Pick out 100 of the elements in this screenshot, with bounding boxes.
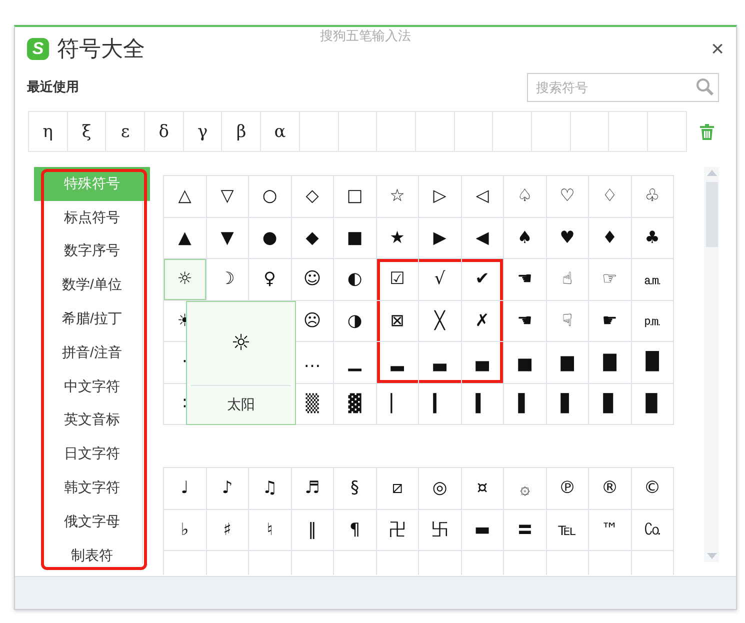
- symbol-cell[interactable]: ▍: [462, 384, 504, 425]
- symbol-cell[interactable]: 〓: [504, 510, 546, 551]
- symbol-cell[interactable]: ♬: [292, 468, 334, 510]
- symbol-cell[interactable]: ◑: [334, 300, 376, 342]
- symbol-cell[interactable]: ▌: [504, 384, 546, 425]
- symbol-cell[interactable]: ◎: [419, 468, 462, 510]
- symbol-cell[interactable]: ⊠: [376, 300, 419, 342]
- symbol-cell[interactable]: ✔: [462, 259, 504, 300]
- symbol-cell[interactable]: ▁: [334, 342, 376, 384]
- category-tab[interactable]: 标点符号: [34, 200, 150, 235]
- symbol-cell[interactable]: ▊: [589, 384, 632, 425]
- symbol-cell[interactable]: ▄: [462, 342, 504, 384]
- symbol-cell[interactable]: ◀: [462, 218, 504, 259]
- symbol-cell[interactable]: ✗: [462, 300, 504, 342]
- symbol-cell[interactable]: ♠: [504, 218, 546, 259]
- symbol-cell[interactable]: ☚: [504, 259, 546, 300]
- symbol-cell[interactable]: ℡: [546, 510, 589, 551]
- symbol-cell[interactable]: ▓: [334, 384, 376, 425]
- symbol-cell[interactable]: ▃: [419, 342, 462, 384]
- search-icon[interactable]: [696, 78, 714, 96]
- symbol-cell[interactable]: ☞: [589, 259, 632, 300]
- category-tab[interactable]: 俄文字母: [34, 504, 150, 539]
- category-tab[interactable]: 韩文字符: [34, 471, 150, 505]
- symbol-cell[interactable]: ㏇: [632, 510, 674, 551]
- symbol-cell[interactable]: △: [164, 176, 206, 218]
- symbol-cell[interactable]: ▏: [376, 384, 419, 425]
- symbol-cell[interactable]: ▼: [206, 218, 249, 259]
- close-button[interactable]: ×: [707, 36, 728, 62]
- symbol-cell[interactable]: ▇: [589, 342, 632, 384]
- symbol-cell[interactable]: ▶: [419, 218, 462, 259]
- symbol-cell[interactable]: ╳: [419, 300, 462, 342]
- symbol-cell[interactable]: ㏂: [632, 259, 674, 300]
- symbol-cell[interactable]: ●: [249, 218, 292, 259]
- symbol-cell[interactable]: ◇: [292, 176, 334, 218]
- symbol-cell[interactable]: ☛: [589, 300, 632, 342]
- scroll-down-icon[interactable]: [706, 553, 716, 559]
- symbol-cell[interactable]: ■: [334, 218, 376, 259]
- symbol-cell[interactable]: ◆: [292, 218, 334, 259]
- symbol-cell[interactable]: ♢: [589, 176, 632, 218]
- symbol-cell[interactable]: ▎: [419, 384, 462, 425]
- symbol-cell[interactable]: ⧄: [376, 468, 419, 510]
- symbol-cell[interactable]: ◁: [462, 176, 504, 218]
- symbol-cell[interactable]: ♭: [164, 510, 206, 551]
- symbol-cell[interactable]: 卐: [419, 510, 462, 551]
- symbol-cell[interactable]: ★: [376, 218, 419, 259]
- symbol-cell[interactable]: ®: [589, 468, 632, 510]
- category-tab[interactable]: 英文音标: [34, 404, 150, 438]
- symbol-cell[interactable]: ☚: [504, 300, 546, 342]
- symbol-cell[interactable]: ▆: [546, 342, 589, 384]
- symbol-cell[interactable]: ♣: [632, 218, 674, 259]
- symbol-cell[interactable]: ♧: [632, 176, 674, 218]
- category-tab[interactable]: 数学/单位: [34, 268, 150, 302]
- symbol-cell[interactable]: █: [632, 342, 674, 384]
- scroll-up-icon[interactable]: [706, 170, 716, 176]
- category-tab[interactable]: 数字序号: [34, 234, 150, 268]
- symbol-cell[interactable]: ♥: [546, 218, 589, 259]
- symbol-cell[interactable]: ▬: [462, 510, 504, 551]
- symbol-cell[interactable]: ♤: [504, 176, 546, 218]
- symbol-cell[interactable]: ㏘: [632, 300, 674, 342]
- category-tab[interactable]: 希腊/拉丁: [34, 302, 150, 336]
- symbol-cell[interactable]: √: [419, 259, 462, 300]
- symbol-cell[interactable]: ☼: [164, 259, 206, 300]
- symbol-cell[interactable]: 卍: [376, 510, 419, 551]
- symbol-cell[interactable]: ☝: [546, 259, 589, 300]
- symbol-cell[interactable]: ♡: [546, 176, 589, 218]
- symbol-cell[interactable]: ☆: [376, 176, 419, 218]
- symbol-cell[interactable]: ☺: [292, 259, 334, 300]
- category-tab[interactable]: 日文字符: [34, 437, 150, 472]
- symbol-cell[interactable]: ™: [589, 510, 632, 551]
- symbol-cell[interactable]: §: [334, 468, 376, 510]
- scroll-thumb[interactable]: [706, 182, 718, 247]
- symbol-cell[interactable]: ☑: [376, 259, 419, 300]
- symbol-cell[interactable]: ♪: [206, 468, 249, 510]
- symbol-cell[interactable]: ▉: [632, 384, 674, 425]
- symbol-cell[interactable]: ♯: [206, 510, 249, 551]
- symbol-cell[interactable]: ♫: [249, 468, 292, 510]
- symbol-cell[interactable]: ▅: [504, 342, 546, 384]
- symbol-cell[interactable]: ©: [632, 468, 674, 510]
- symbol-cell[interactable]: □: [334, 176, 376, 218]
- category-tab[interactable]: 制表符: [34, 538, 150, 573]
- category-tab[interactable]: 中文字符: [34, 370, 150, 404]
- symbol-cell[interactable]: ▋: [546, 384, 589, 425]
- symbol-cell[interactable]: ▂: [376, 342, 419, 384]
- symbol-cell[interactable]: ¶: [334, 510, 376, 551]
- search-field[interactable]: 搜索符号: [527, 72, 719, 102]
- symbol-cell[interactable]: ♩: [164, 468, 206, 510]
- scrollbar[interactable]: [704, 167, 719, 562]
- symbol-cell[interactable]: ♦: [589, 218, 632, 259]
- symbol-cell[interactable]: ℗: [546, 468, 589, 510]
- symbol-cell[interactable]: ▷: [419, 176, 462, 218]
- symbol-cell[interactable]: ‖: [292, 510, 334, 551]
- category-tab[interactable]: 拼音/注音: [34, 336, 150, 370]
- symbol-cell[interactable]: ♮: [249, 510, 292, 551]
- symbol-cell[interactable]: ☟: [546, 300, 589, 342]
- symbol-cell[interactable]: ¤: [462, 468, 504, 510]
- trash-icon[interactable]: [700, 124, 714, 140]
- symbol-cell[interactable]: ○: [249, 176, 292, 218]
- symbol-cell[interactable]: ▽: [206, 176, 249, 218]
- symbol-cell[interactable]: ◐: [334, 259, 376, 300]
- symbol-cell[interactable]: ۞: [504, 468, 546, 510]
